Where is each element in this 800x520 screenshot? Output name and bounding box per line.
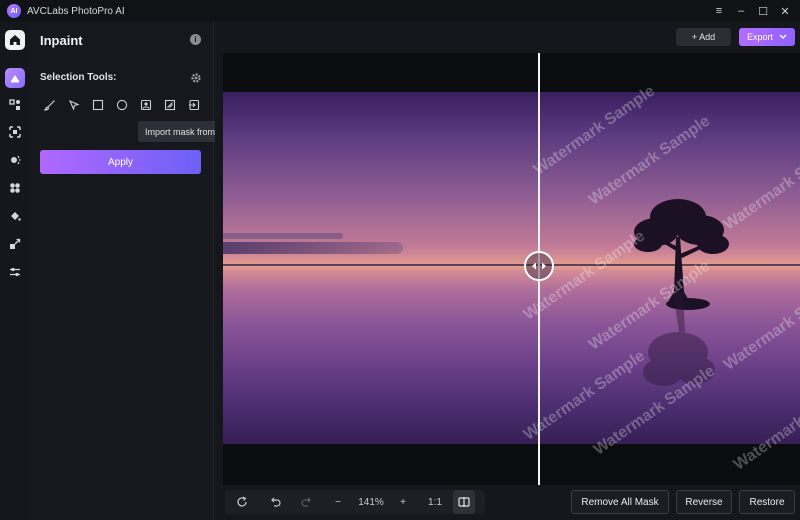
- expand-tool-icon[interactable]: [5, 122, 25, 142]
- zoom-in-button[interactable]: +: [389, 490, 417, 514]
- watermark-text: Watermark Sample: [721, 137, 800, 234]
- cloud-shape: [223, 233, 343, 239]
- remove-all-mask-button[interactable]: Remove All Mask: [571, 490, 669, 514]
- gear-icon[interactable]: [190, 71, 202, 83]
- minimize-button[interactable]: –: [730, 0, 752, 22]
- colorize-tool-icon[interactable]: [5, 178, 25, 198]
- bottom-bar: − 141% + 1:1 Remove All Mask Reverse Res…: [215, 487, 800, 520]
- inpaint-tool-icon[interactable]: [5, 68, 25, 88]
- resize-tool-icon[interactable]: [5, 234, 25, 254]
- window-controls: ≡ – ☐ ✕: [708, 0, 796, 22]
- export-button[interactable]: Export: [739, 28, 795, 46]
- selection-tools-label: Selection Tools:: [40, 72, 117, 83]
- enhance-tool-icon[interactable]: [5, 95, 25, 115]
- reset-icon[interactable]: [225, 490, 259, 514]
- close-button[interactable]: ✕: [774, 0, 796, 22]
- menu-icon[interactable]: ≡: [708, 0, 730, 22]
- redo-icon[interactable]: [291, 490, 323, 514]
- apply-button[interactable]: Apply: [40, 150, 201, 174]
- panel-title: Inpaint: [40, 33, 83, 48]
- left-icon-rail: [0, 22, 30, 520]
- auto-select-icon[interactable]: [158, 97, 182, 113]
- app-title: AVCLabs PhotoPro AI: [27, 6, 125, 17]
- paint-bucket-icon[interactable]: [5, 206, 25, 226]
- reverse-button[interactable]: Reverse: [676, 490, 732, 514]
- compare-view-icon[interactable]: [453, 490, 475, 514]
- restore-button[interactable]: Restore: [739, 490, 795, 514]
- import-mask-icon[interactable]: [182, 97, 206, 113]
- one-to-one-button[interactable]: 1:1: [417, 490, 453, 514]
- selection-tools: [38, 97, 206, 113]
- zoom-level: 141%: [353, 490, 389, 514]
- watermark-text: Watermark Sample: [731, 377, 800, 474]
- app-logo-icon: AI: [7, 4, 21, 18]
- main-area: + Add Export: [215, 22, 800, 520]
- portrait-select-icon[interactable]: [134, 97, 158, 113]
- brush-icon[interactable]: [38, 97, 62, 113]
- title-bar: AI AVCLabs PhotoPro AI ≡ – ☐ ✕: [0, 0, 800, 22]
- rectangle-select-icon[interactable]: [86, 97, 110, 113]
- info-icon[interactable]: i: [190, 34, 201, 45]
- arrows-left-right-icon: [531, 262, 547, 270]
- image-canvas[interactable]: Watermark Sample Watermark Sample Waterm…: [223, 53, 800, 485]
- zoom-toolbar: − 141% + 1:1: [225, 490, 485, 514]
- top-bar: + Add Export: [215, 22, 800, 52]
- cloud-shape: [223, 242, 403, 254]
- undo-icon[interactable]: [259, 490, 291, 514]
- maximize-button[interactable]: ☐: [752, 0, 774, 22]
- add-button[interactable]: + Add: [676, 28, 731, 46]
- photo-preview: Watermark Sample Watermark Sample Waterm…: [223, 92, 800, 444]
- home-icon[interactable]: [5, 30, 25, 50]
- tool-panel: Inpaint i Selection Tools: Import mask f…: [30, 22, 214, 520]
- lasso-pointer-icon[interactable]: [62, 97, 86, 113]
- background-tool-icon[interactable]: [5, 150, 25, 170]
- adjust-tool-icon[interactable]: [5, 262, 25, 282]
- export-label: Export: [747, 32, 773, 42]
- ellipse-select-icon[interactable]: [110, 97, 134, 113]
- compare-slider-handle[interactable]: [524, 251, 554, 281]
- zoom-out-button[interactable]: −: [323, 490, 353, 514]
- chevron-down-icon: [779, 34, 787, 40]
